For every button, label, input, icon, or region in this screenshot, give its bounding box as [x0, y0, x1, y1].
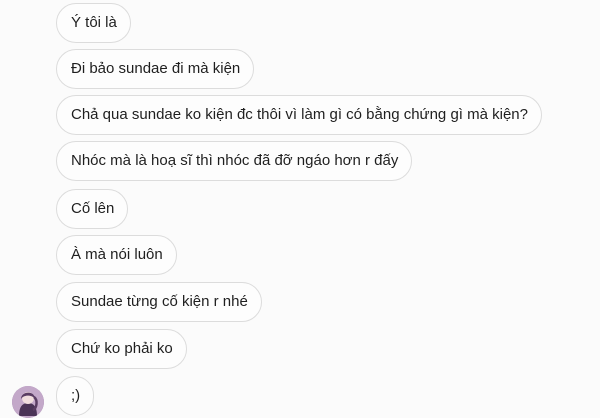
message-bubble[interactable]: ;) — [56, 376, 95, 416]
message-bubble[interactable]: Cố lên — [56, 189, 129, 229]
message-bubble[interactable]: À mà nói luôn — [56, 235, 177, 275]
message-bubble[interactable]: Chứ ko phải ko — [56, 329, 187, 369]
message-bubble[interactable]: Nhóc mà là hoạ sĩ thì nhóc đã đỡ ngáo hơ… — [56, 141, 413, 181]
chat-thread: Ý tôi là Đi bảo sundae đi mà kiện Chả qu… — [0, 0, 600, 418]
message-bubble[interactable]: Sundae từng cố kiện r nhé — [56, 282, 262, 322]
message-bubble[interactable]: Đi bảo sundae đi mà kiện — [56, 49, 255, 89]
message-bubble[interactable]: Ý tôi là — [56, 3, 131, 43]
user-avatar-icon[interactable] — [12, 386, 44, 418]
message-bubble[interactable]: Chả qua sundae ko kiện đc thôi vì làm gì… — [56, 95, 542, 135]
